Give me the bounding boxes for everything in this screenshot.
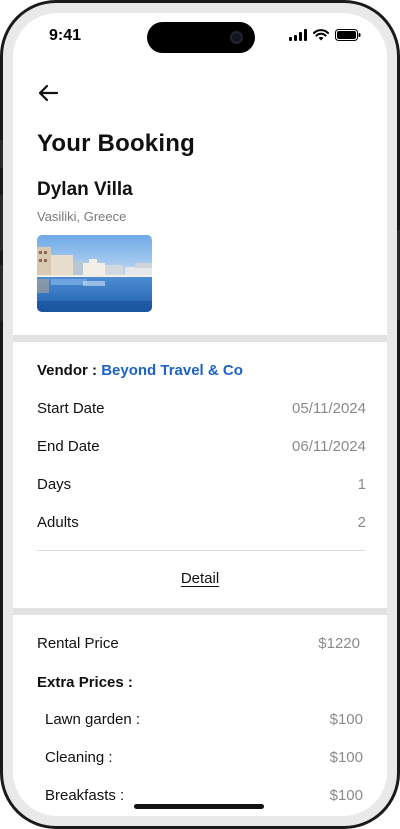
end-date-row: End Date 06/11/2024: [37, 438, 366, 455]
volume-down-button: [0, 265, 3, 321]
volume-up-button: [0, 195, 3, 251]
detail-link[interactable]: Detail: [181, 570, 219, 587]
vendor-link[interactable]: Beyond Travel & Co: [101, 362, 243, 379]
back-button[interactable]: [35, 79, 63, 107]
villa-name: Dylan Villa: [37, 179, 133, 200]
page-title: Your Booking: [37, 130, 195, 157]
end-date-label: End Date: [37, 438, 100, 455]
extra-price-label: Cleaning :: [45, 749, 113, 766]
extra-price-row: Breakfasts : $100: [45, 787, 363, 804]
status-time: 9:41: [49, 27, 82, 44]
arrow-left-icon: [38, 84, 59, 102]
wifi-icon: [313, 29, 329, 41]
extra-price-row: Cleaning : $100: [45, 749, 363, 766]
mute-switch: [0, 140, 3, 168]
days-label: Days: [37, 476, 72, 493]
dynamic-island: [147, 22, 255, 53]
days-value: 1: [357, 476, 366, 493]
app-screen: 9:41 Your Booking Dylan Villa Vasiliki, …: [13, 13, 387, 816]
adults-label: Adults: [37, 514, 79, 531]
extra-price-label: Lawn garden :: [45, 711, 141, 728]
adults-value: 2: [357, 514, 366, 531]
start-date-row: Start Date 05/11/2024: [37, 400, 366, 417]
vendor-label: Vendor :: [37, 362, 102, 379]
rental-price-label: Rental Price: [37, 635, 119, 652]
adults-row: Adults 2: [37, 514, 366, 531]
extra-price-row: Lawn garden : $100: [45, 711, 363, 728]
extra-price-value: $100: [329, 787, 363, 804]
home-indicator[interactable]: [134, 804, 264, 809]
section-divider: [13, 335, 387, 342]
vendor-line: Vendor : Beyond Travel & Co: [37, 362, 243, 379]
rental-price-value: $1220: [318, 635, 360, 652]
rental-price-row: Rental Price $1220: [37, 635, 360, 652]
end-date-value: 06/11/2024: [292, 438, 366, 455]
villa-photo-image: [37, 235, 152, 312]
extra-price-value: $100: [329, 711, 363, 728]
start-date-value: 05/11/2024: [292, 400, 366, 417]
days-row: Days 1: [37, 476, 366, 493]
extra-price-value: $100: [329, 749, 363, 766]
detail-link-container: Detail: [13, 570, 387, 587]
villa-photo[interactable]: [37, 235, 152, 312]
details-separator: [36, 550, 365, 551]
extra-prices-title: Extra Prices :: [37, 674, 133, 691]
status-icons: [289, 29, 361, 41]
status-bar: 9:41: [13, 13, 387, 61]
camera-icon: [230, 31, 243, 44]
start-date-label: Start Date: [37, 400, 105, 417]
extra-price-label: Breakfasts :: [45, 787, 125, 804]
cellular-signal-icon: [289, 29, 307, 41]
section-divider: [13, 608, 387, 615]
battery-icon: [335, 29, 361, 41]
villa-location: Vasiliki, Greece: [37, 209, 127, 224]
